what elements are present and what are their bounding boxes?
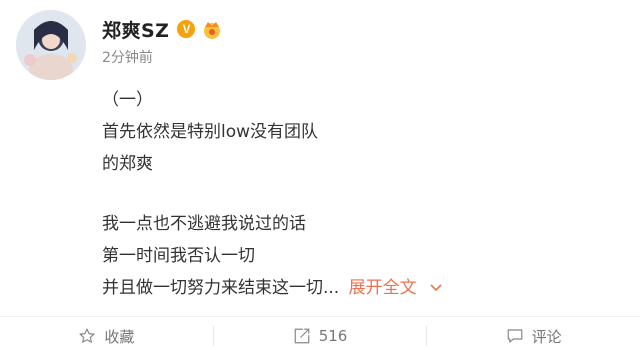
post-line: 第一时间我否认一切 (102, 246, 255, 266)
post-line: 首先依然是特别low没有团队 (102, 122, 319, 142)
chevron-down-icon (430, 284, 442, 292)
post-line-last: 并且做一切努力来结束这一切... 展开全文 (102, 272, 622, 304)
post-line: （一） (102, 90, 153, 110)
post-line: 的郑爽 (102, 154, 153, 174)
post-line-text: 并且做一切努力来结束这一切... (102, 278, 340, 298)
expand-full-text-link[interactable]: 展开全文 (349, 278, 442, 298)
post-timestamp: 2分钟前 (102, 50, 153, 66)
star-icon (79, 328, 95, 343)
post-header: 郑爽SZ V 2分钟前 (102, 14, 223, 68)
avatar-image (16, 10, 86, 80)
favorite-button[interactable]: 收藏 (0, 322, 213, 350)
repost-count: 516 (318, 327, 348, 345)
post-line-blank (102, 180, 622, 208)
comment-label: 评论 (531, 327, 562, 346)
username[interactable]: 郑爽SZ (102, 16, 169, 43)
repost-button[interactable]: 516 (214, 322, 427, 350)
post-content: （一） 首先依然是特别low没有团队 的郑爽 我一点也不逃避我说过的话 第一时间… (102, 84, 622, 304)
comment-icon (507, 329, 523, 343)
verified-badge-icon: V (177, 20, 196, 38)
comment-button[interactable]: 评论 (427, 322, 640, 350)
member-crown-icon (204, 22, 221, 39)
avatar[interactable] (16, 10, 86, 80)
post-line: 我一点也不逃避我说过的话 (102, 214, 306, 234)
action-bar-divider (0, 316, 640, 317)
repost-icon (294, 328, 310, 344)
expand-label: 展开全文 (348, 278, 417, 298)
action-bar: 收藏 516 评论 (0, 322, 640, 350)
favorite-label: 收藏 (104, 327, 135, 346)
